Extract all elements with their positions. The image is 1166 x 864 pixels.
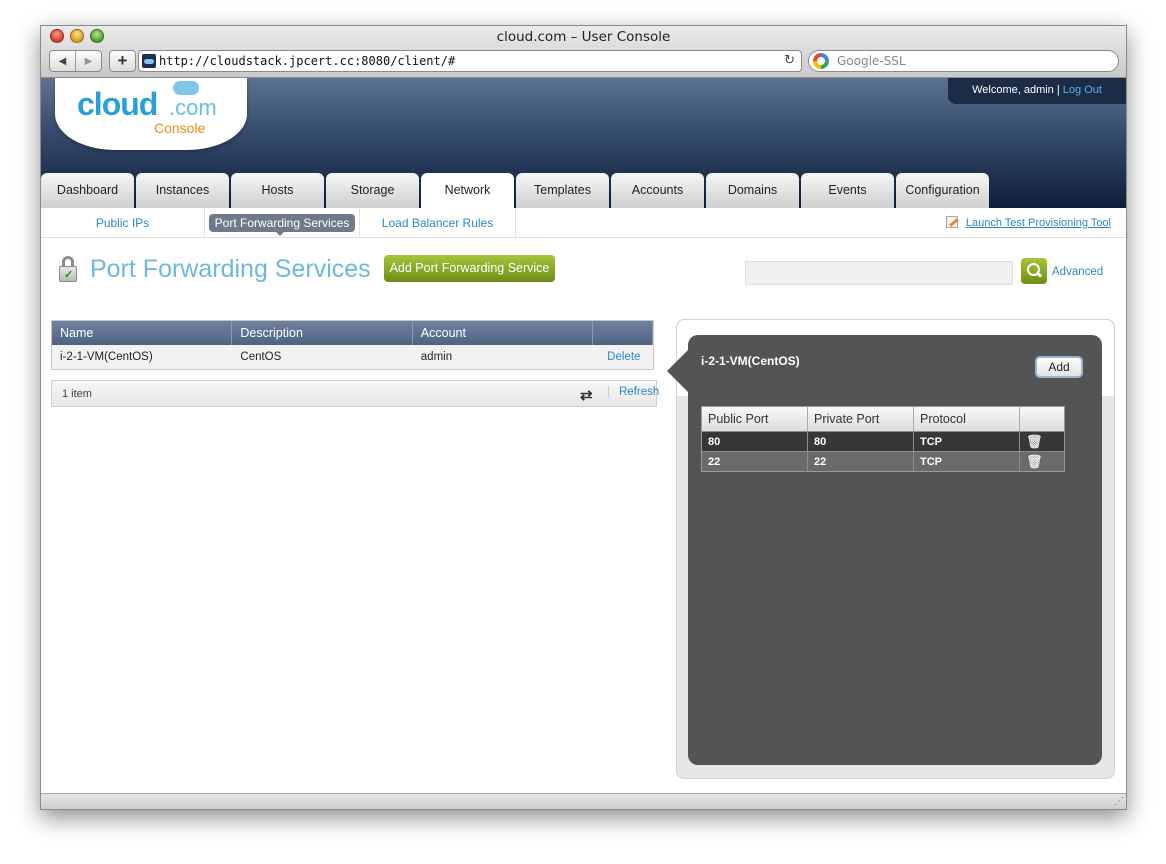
main-tabs: Dashboard Instances Hosts Storage Networ… (41, 173, 991, 208)
column-header-account[interactable]: Account (413, 321, 594, 345)
tab-storage[interactable]: Storage (326, 173, 419, 208)
column-header-private-port: Private Port (808, 407, 914, 431)
browser-statusbar: ⋰ (41, 793, 1126, 809)
trash-icon[interactable]: 🗑 (1026, 454, 1043, 469)
cloud-logo-icon (173, 81, 199, 95)
search-input[interactable] (745, 261, 1013, 285)
refresh-link[interactable]: Refresh (608, 386, 659, 398)
browser-search-field[interactable]: Google-SSL (808, 50, 1119, 72)
google-icon[interactable] (813, 53, 829, 69)
rule-public-port: 80 (702, 432, 808, 451)
browser-window: cloud.com – User Console ◀ ▶ + http://cl… (40, 25, 1127, 810)
subtab-port-forwarding[interactable]: Port Forwarding Services (205, 208, 360, 238)
row-description: CentOS (240, 351, 282, 363)
cloud-com-logo: cloud .com Console (55, 78, 247, 150)
logo-product: Console (154, 120, 206, 136)
network-subtabs: Public IPs Port Forwarding Services Load… (41, 208, 1126, 238)
port-rules-table: Public Port Private Port Protocol 80 80 … (701, 406, 1065, 472)
table-footer: 1 item ⇄ Refresh (51, 380, 659, 407)
logout-link[interactable]: Log Out (1063, 84, 1102, 96)
app-header: cloud .com Console Welcome, admin | Log … (41, 78, 1126, 208)
welcome-text: Welcome, admin (972, 84, 1054, 96)
reload-icon[interactable]: ↻ (784, 51, 795, 71)
rule-private-port: 80 (808, 432, 914, 451)
rule-row: 80 80 TCP 🗑 (702, 431, 1064, 451)
rule-protocol: TCP (914, 452, 1020, 471)
add-rule-button[interactable]: Add (1035, 356, 1083, 378)
subtab-public-ips[interactable]: Public IPs (41, 208, 205, 238)
address-url: http://cloudstack.jpcert.cc:8080/client/… (159, 54, 456, 68)
column-header-name[interactable]: Name (52, 321, 233, 345)
tab-network[interactable]: Network (421, 173, 514, 208)
tab-accounts[interactable]: Accounts (611, 173, 704, 208)
detail-panel-pointer (667, 349, 689, 393)
window-title: cloud.com – User Console (496, 29, 671, 45)
logo-tld: .com (169, 95, 217, 120)
main-content: ✓ Port Forwarding Services Add Port Forw… (41, 239, 1126, 799)
column-header-actions (593, 321, 653, 345)
browser-search-placeholder: Google-SSL (837, 54, 906, 68)
detail-panel: i-2-1-VM(CentOS) Add Public Port Private… (688, 335, 1102, 765)
launch-test-tool-label: Launch Test Provisioning Tool (965, 217, 1111, 229)
site-favicon-icon (142, 54, 156, 68)
subtab-public-ips-label: Public IPs (95, 216, 150, 230)
item-count: 1 item (62, 388, 92, 400)
launch-test-tool-link[interactable]: Launch Test Provisioning Tool (944, 208, 1111, 238)
column-header-rule-actions (1020, 407, 1064, 431)
tab-domains[interactable]: Domains (706, 173, 799, 208)
tab-hosts[interactable]: Hosts (231, 173, 324, 208)
user-welcome-bar: Welcome, admin | Log Out (948, 78, 1126, 104)
tab-events[interactable]: Events (801, 173, 894, 208)
logo-brand: cloud (77, 86, 158, 122)
history-nav: ◀ ▶ (49, 50, 102, 72)
welcome-separator: | (1056, 84, 1060, 96)
page-title: Port Forwarding Services (90, 255, 371, 283)
browser-titlebar: cloud.com – User Console ◀ ▶ + http://cl… (41, 26, 1126, 78)
rule-public-port: 22 (702, 452, 808, 471)
column-header-protocol: Protocol (914, 407, 1020, 431)
forward-icon[interactable]: ▶ (75, 51, 101, 71)
subtab-load-balancer[interactable]: Load Balancer Rules (360, 208, 516, 238)
rule-row: 22 22 TCP 🗑 (702, 451, 1064, 471)
column-header-public-port: Public Port (702, 407, 808, 431)
trash-icon[interactable]: 🗑 (1026, 434, 1043, 449)
row-name: i-2-1-VM(CentOS) (60, 351, 153, 363)
table-row[interactable]: i-2-1-VM(CentOS) CentOS admin Delete (52, 345, 653, 369)
add-port-forwarding-button[interactable]: Add Port Forwarding Service (384, 255, 555, 282)
back-icon[interactable]: ◀ (50, 51, 75, 71)
rule-protocol: TCP (914, 432, 1020, 451)
address-bar[interactable]: http://cloudstack.jpcert.cc:8080/client/… (138, 50, 802, 72)
delete-link[interactable]: Delete (593, 345, 653, 369)
tab-templates[interactable]: Templates (516, 173, 609, 208)
advanced-search-link[interactable]: Advanced (1052, 266, 1103, 278)
row-account: admin (420, 351, 453, 363)
table-header: Name Description Account (52, 321, 653, 345)
add-bookmark-button[interactable]: + (109, 50, 136, 72)
rules-header: Public Port Private Port Protocol (702, 407, 1064, 431)
rule-delete: 🗑 (1020, 452, 1064, 471)
tab-configuration[interactable]: Configuration (896, 173, 989, 208)
subtab-load-balancer-label: Load Balancer Rules (381, 216, 494, 230)
pencil-icon (945, 216, 958, 228)
tab-instances[interactable]: Instances (136, 173, 229, 208)
refresh-icon[interactable]: ⇄ (580, 386, 593, 404)
lock-icon: ✓ (59, 256, 77, 282)
tab-dashboard[interactable]: Dashboard (41, 173, 134, 208)
subtab-port-forwarding-label: Port Forwarding Services (208, 214, 356, 232)
rule-delete: 🗑 (1020, 432, 1064, 451)
detail-title: i-2-1-VM(CentOS) (701, 354, 800, 368)
resize-grip-icon[interactable]: ⋰ (1114, 796, 1124, 807)
services-table: Name Description Account i-2-1-VM(CentOS… (51, 320, 654, 370)
rule-private-port: 22 (808, 452, 914, 471)
search-icon[interactable] (1021, 258, 1047, 284)
column-header-description[interactable]: Description (232, 321, 413, 345)
